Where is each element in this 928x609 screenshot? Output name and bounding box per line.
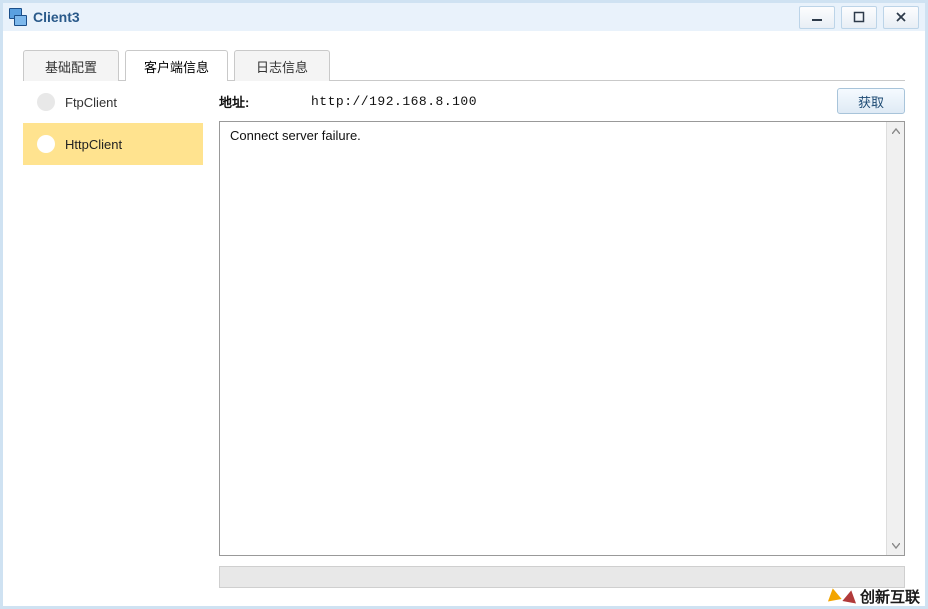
- tab-log-info[interactable]: 日志信息: [234, 50, 330, 81]
- sidebar-item-label: FtpClient: [65, 95, 117, 110]
- log-output[interactable]: Connect server failure.: [219, 121, 905, 556]
- sidebar-item-httpclient[interactable]: HttpClient: [23, 123, 203, 165]
- address-value: http://192.168.8.100: [285, 94, 477, 109]
- tab-basic-config[interactable]: 基础配置: [23, 50, 119, 81]
- tab-client-info[interactable]: 客户端信息: [125, 50, 228, 81]
- address-row: 地址: http://192.168.8.100 获取: [219, 81, 905, 121]
- titlebar: Client3: [3, 3, 925, 31]
- log-text: Connect server failure.: [220, 122, 886, 555]
- minimize-icon: [811, 11, 823, 23]
- tab-label: 客户端信息: [144, 57, 209, 76]
- tabstrip-container: 基础配置 客户端信息 日志信息: [3, 31, 925, 81]
- tab-label: 基础配置: [45, 57, 97, 76]
- fetch-button-label: 获取: [858, 92, 884, 111]
- sidebar-item-ftpclient[interactable]: FtpClient: [23, 81, 203, 123]
- minimize-button[interactable]: [799, 6, 835, 29]
- window-title: Client3: [33, 9, 80, 25]
- tab-label: 日志信息: [256, 57, 308, 76]
- fetch-button[interactable]: 获取: [837, 88, 905, 114]
- sidebar-item-label: HttpClient: [65, 137, 122, 152]
- vertical-scrollbar[interactable]: [886, 122, 904, 555]
- maximize-icon: [853, 11, 865, 23]
- address-label: 地址:: [219, 92, 273, 111]
- app-icon: [9, 8, 27, 26]
- close-icon: [895, 11, 907, 23]
- maximize-button[interactable]: [841, 6, 877, 29]
- status-dot-icon: [37, 93, 55, 111]
- close-button[interactable]: [883, 6, 919, 29]
- app-window: Client3 基础配置 客户端信息 日志信息: [0, 0, 928, 609]
- progress-bar: [219, 566, 905, 588]
- scroll-down-icon[interactable]: [887, 537, 904, 555]
- scroll-up-icon[interactable]: [887, 122, 904, 140]
- main-pane: 地址: http://192.168.8.100 获取 Connect serv…: [203, 81, 905, 588]
- status-dot-icon: [37, 135, 55, 153]
- client-list: FtpClient HttpClient: [23, 81, 203, 588]
- body-area: FtpClient HttpClient 地址: http://192.168.…: [3, 81, 925, 606]
- window-controls: [793, 6, 919, 29]
- tabstrip: 基础配置 客户端信息 日志信息: [23, 49, 905, 81]
